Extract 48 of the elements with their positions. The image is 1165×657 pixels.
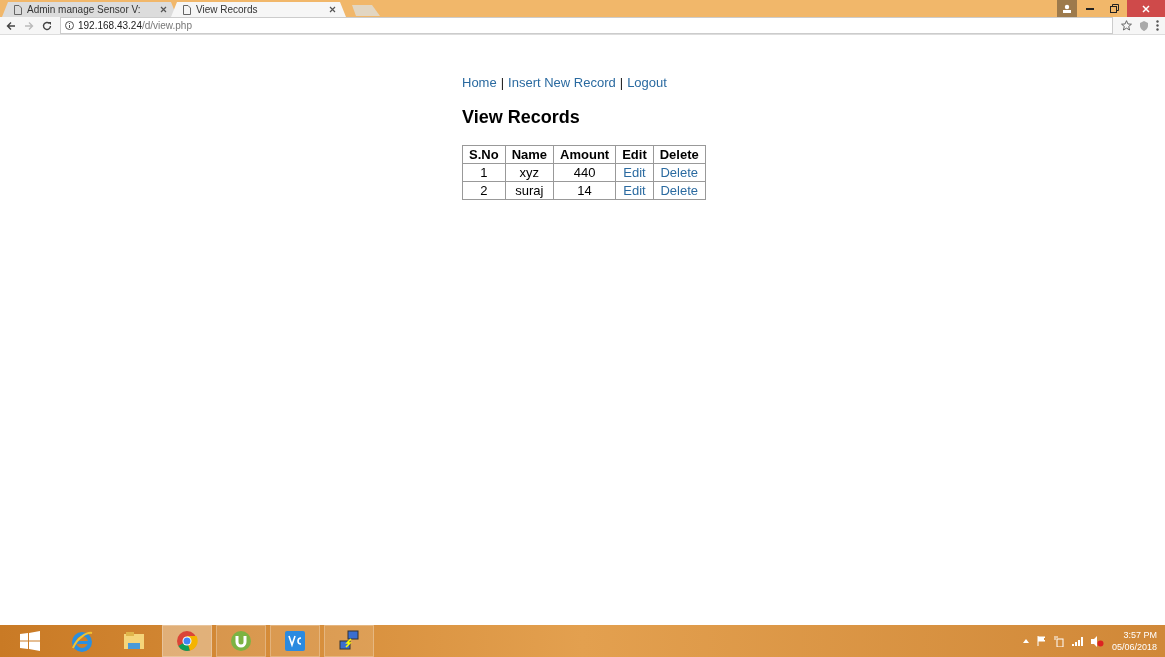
table-cell: 440 — [553, 163, 616, 182]
nav-link[interactable]: Logout — [627, 75, 667, 90]
reload-icon[interactable] — [42, 20, 52, 31]
e-browser-icon[interactable] — [71, 630, 93, 652]
address-field[interactable]: 192.168.43.24/d/view.php — [60, 17, 1113, 34]
minimize-icon[interactable] — [1085, 7, 1094, 10]
windows-icon[interactable] — [20, 631, 40, 651]
table-cell: suraj — [505, 181, 554, 200]
tray-arrow-icon[interactable] — [1022, 639, 1029, 643]
back-icon[interactable] — [6, 20, 16, 31]
folder-icon[interactable] — [123, 631, 145, 651]
close-icon[interactable] — [160, 6, 167, 13]
shield-icon[interactable] — [1140, 20, 1148, 31]
taskbar-button[interactable] — [324, 625, 374, 657]
close-icon[interactable] — [329, 6, 336, 13]
table-cell: 2 — [462, 181, 506, 200]
app-tile-icon[interactable] — [285, 631, 305, 651]
column-header: Edit — [615, 145, 654, 164]
speaker-muted-icon[interactable] — [1090, 635, 1104, 647]
star-icon[interactable] — [1121, 20, 1132, 31]
taskbar-button[interactable] — [216, 625, 266, 657]
signal-icon[interactable] — [1071, 636, 1083, 646]
taskbar-button[interactable] — [270, 625, 320, 657]
table-cell: 14 — [553, 181, 616, 200]
nav-link[interactable]: Home — [462, 75, 497, 90]
separator: | — [619, 75, 624, 90]
url-text: 192.168.43.24/d/view.php — [78, 20, 192, 31]
table-cell: 1 — [462, 163, 506, 182]
page-icon — [14, 4, 22, 15]
flag-icon[interactable] — [1036, 636, 1046, 646]
taskbar-button[interactable] — [162, 625, 212, 657]
page-heading: View Records — [462, 107, 580, 128]
page-icon — [183, 4, 191, 15]
menu-icon[interactable] — [1156, 20, 1159, 31]
column-header: Delete — [653, 145, 706, 164]
separator: | — [500, 75, 505, 90]
user-icon[interactable] — [1062, 3, 1072, 14]
info-icon[interactable] — [65, 21, 74, 30]
network-computers-icon[interactable] — [338, 630, 360, 652]
restore-icon[interactable] — [1110, 4, 1119, 13]
nav-link[interactable]: Insert New Record — [508, 75, 616, 90]
column-header: S.No — [462, 145, 506, 164]
u-letter-icon[interactable] — [230, 630, 252, 652]
column-header: Name — [505, 145, 554, 164]
chrome-icon[interactable] — [176, 630, 198, 652]
column-header: Amount — [553, 145, 616, 164]
table-cell: xyz — [505, 163, 554, 182]
browser-tab[interactable]: View Records — [171, 2, 346, 17]
